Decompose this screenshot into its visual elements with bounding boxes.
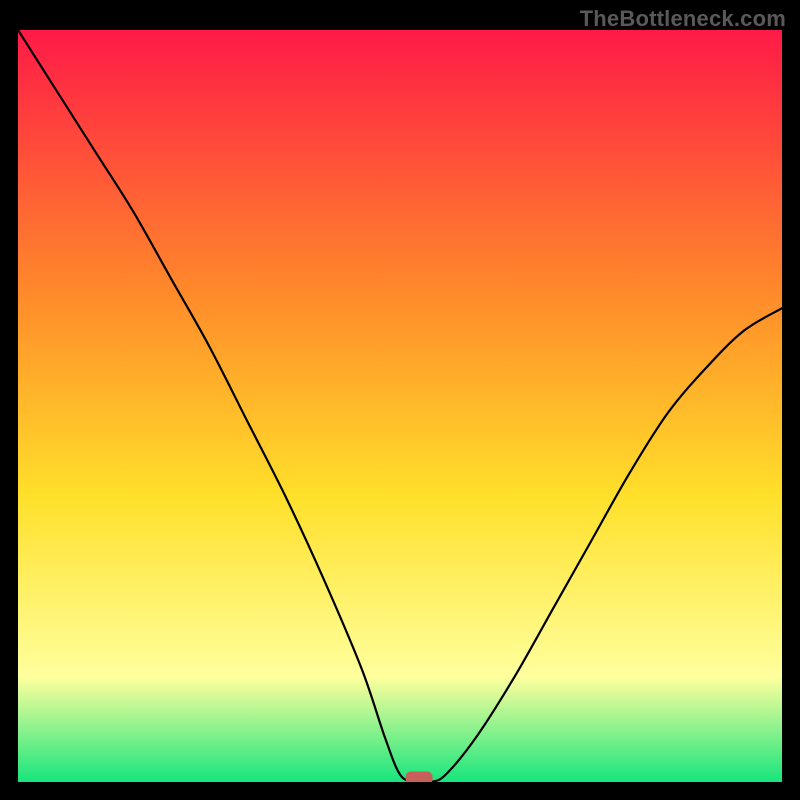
gradient-background [18,30,782,782]
chart-frame: TheBottleneck.com [0,0,800,800]
plot-area [18,30,782,782]
bottleneck-chart [18,30,782,782]
watermark-text: TheBottleneck.com [580,6,786,32]
optimal-point-marker [406,772,432,782]
